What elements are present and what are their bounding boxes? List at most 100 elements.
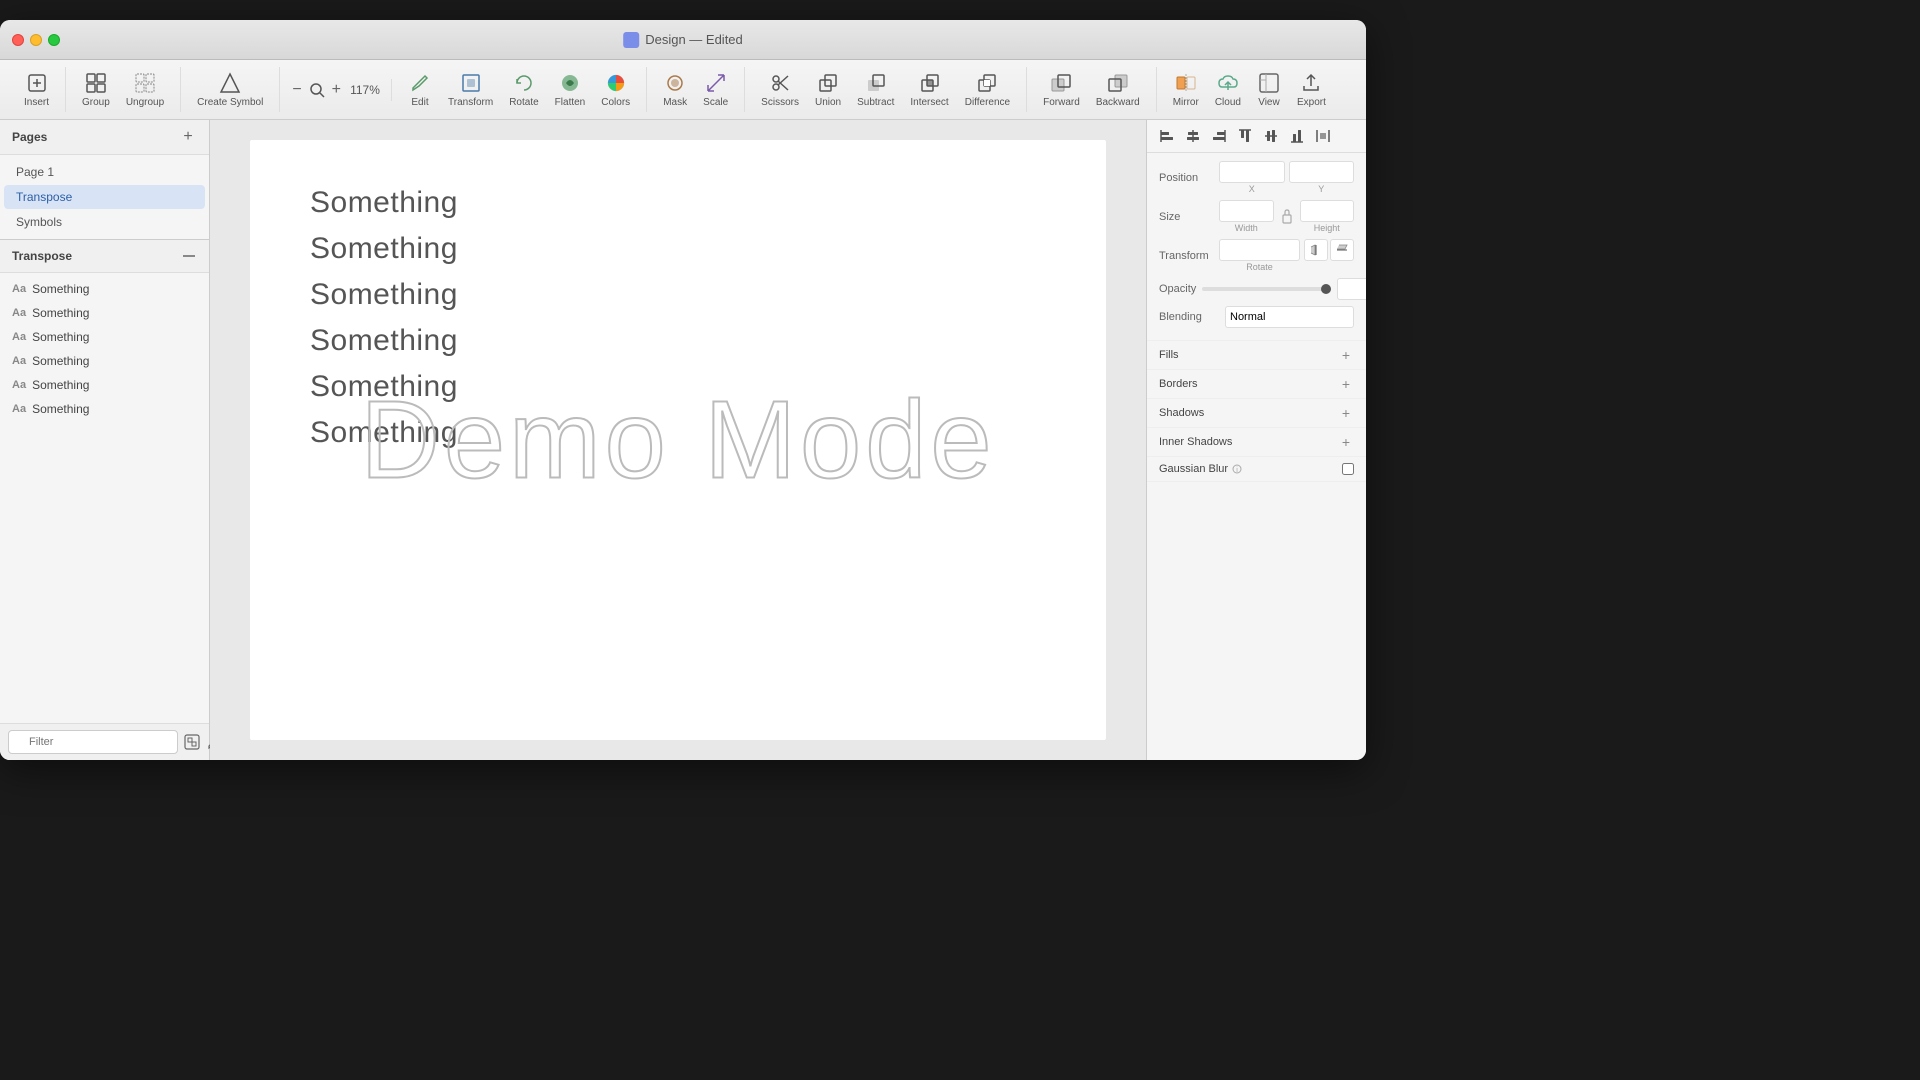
zoom-out-button[interactable]: − [288,79,305,101]
filter-bar: ⌕ 0 [0,723,209,760]
canvas-text-2: Something [310,272,1046,318]
blending-select[interactable]: Normal Multiply Screen Overlay Darken Li… [1225,306,1354,328]
fills-add-button[interactable]: + [1338,347,1354,363]
gaussian-blur-checkbox[interactable] [1342,463,1354,475]
layer-item-3[interactable]: Aa Something [0,349,209,373]
borders-section[interactable]: Borders + [1147,370,1366,399]
flatten-button[interactable]: Flatten [547,67,594,112]
layer-name-2: Something [32,330,89,344]
size-link-button[interactable] [1278,200,1296,233]
minimize-button[interactable] [30,34,42,46]
difference-icon [975,71,999,95]
close-button[interactable] [12,34,24,46]
scissors-button[interactable]: Scissors [753,67,807,112]
forward-label: Forward [1043,97,1080,108]
rotate-input[interactable] [1219,239,1300,261]
position-y-input[interactable] [1289,161,1355,183]
subtract-button[interactable]: Subtract [849,67,902,112]
intersect-button[interactable]: Intersect [902,67,956,112]
align-top-button[interactable] [1233,124,1257,148]
toolbar-group-tools: Edit Transform Rotate Flatten [392,67,647,112]
page-item-symbols[interactable]: Symbols [4,210,205,234]
right-panel: Position X Y Size [1146,120,1366,760]
ungroup-button[interactable]: Ungroup [118,67,172,112]
layer-item-4[interactable]: Aa Something [0,373,209,397]
align-left-button[interactable] [1155,124,1179,148]
page-item-transpose[interactable]: Transpose [4,185,205,209]
layer-type-icon-2: Aa [12,331,26,343]
group-icon [84,71,108,95]
insert-label: Insert [24,97,49,108]
inner-shadows-label: Inner Shadows [1159,436,1232,448]
layer-item-2[interactable]: Aa Something [0,325,209,349]
layer-panel-minimize-icon[interactable] [181,248,197,264]
position-x-input[interactable] [1219,161,1285,183]
align-bottom-button[interactable] [1285,124,1309,148]
mask-button[interactable]: Mask [655,67,695,112]
mask-label: Mask [663,97,687,108]
page-item-1[interactable]: Page 1 [4,160,205,184]
difference-label: Difference [965,97,1010,108]
layer-type-icon-4: Aa [12,379,26,391]
edit-button[interactable]: Edit [400,67,440,112]
backward-icon [1106,71,1130,95]
flip-h-button[interactable] [1304,239,1328,261]
shadows-section[interactable]: Shadows + [1147,399,1366,428]
difference-button[interactable]: Difference [957,67,1018,112]
export-button[interactable]: Export [1289,67,1334,112]
align-center-h-button[interactable] [1181,124,1205,148]
create-symbol-button[interactable]: Create Symbol [189,67,271,112]
canvas-area[interactable]: Something Something Something Something … [210,120,1146,760]
group-button[interactable]: Group [74,67,118,112]
view-button[interactable]: View [1249,67,1289,112]
cloud-button[interactable]: Cloud [1207,67,1249,112]
union-button[interactable]: Union [807,67,849,112]
size-height-label: Height [1300,223,1355,233]
size-height-input[interactable] [1300,200,1355,222]
size-width-input[interactable] [1219,200,1274,222]
window-title: Design — Edited [623,32,743,48]
position-fields: X Y [1219,161,1354,194]
backward-button[interactable]: Backward [1088,67,1148,112]
filter-input[interactable] [8,730,178,754]
inner-shadows-section[interactable]: Inner Shadows + [1147,428,1366,457]
gaussian-blur-label: Gaussian Blur i [1159,463,1242,475]
properties-section: Position X Y Size [1147,153,1366,341]
scale-button[interactable]: Scale [695,67,736,112]
transform-label: Transform [448,97,493,108]
insert-button[interactable]: Insert [16,67,57,112]
maximize-button[interactable] [48,34,60,46]
layer-item-1[interactable]: Aa Something [0,301,209,325]
backward-label: Backward [1096,97,1140,108]
align-middle-v-button[interactable] [1259,124,1283,148]
ungroup-icon [133,71,157,95]
canvas-text-4: Something [310,364,1046,410]
fills-section[interactable]: Fills + [1147,341,1366,370]
shadows-add-button[interactable]: + [1338,405,1354,421]
transform-button[interactable]: Transform [440,67,501,112]
distribute-button[interactable] [1311,124,1335,148]
zoom-in-button[interactable]: + [328,79,345,101]
opacity-label: Opacity [1159,283,1196,295]
mirror-button[interactable]: Mirror [1165,67,1207,112]
add-page-button[interactable]: + [179,128,197,146]
position-y-group: Y [1289,161,1355,194]
filter-page-btn[interactable] [182,732,202,752]
blending-label: Blending [1159,311,1219,323]
borders-add-button[interactable]: + [1338,376,1354,392]
size-width-label: Width [1219,223,1274,233]
inner-shadows-add-button[interactable]: + [1338,434,1354,450]
colors-button[interactable]: Colors [593,67,638,112]
rotate-button[interactable]: Rotate [501,67,546,112]
position-x-label: X [1219,184,1285,194]
flip-v-button[interactable] [1330,239,1354,261]
canvas-text-0: Something [310,180,1046,226]
layer-name-1: Something [32,306,89,320]
align-right-button[interactable] [1207,124,1231,148]
layer-item-5[interactable]: Aa Something [0,397,209,421]
forward-button[interactable]: Forward [1035,67,1088,112]
layer-item-0[interactable]: Aa Something [0,277,209,301]
opacity-slider[interactable] [1202,287,1331,291]
opacity-value[interactable] [1337,278,1366,300]
mirror-icon [1174,71,1198,95]
